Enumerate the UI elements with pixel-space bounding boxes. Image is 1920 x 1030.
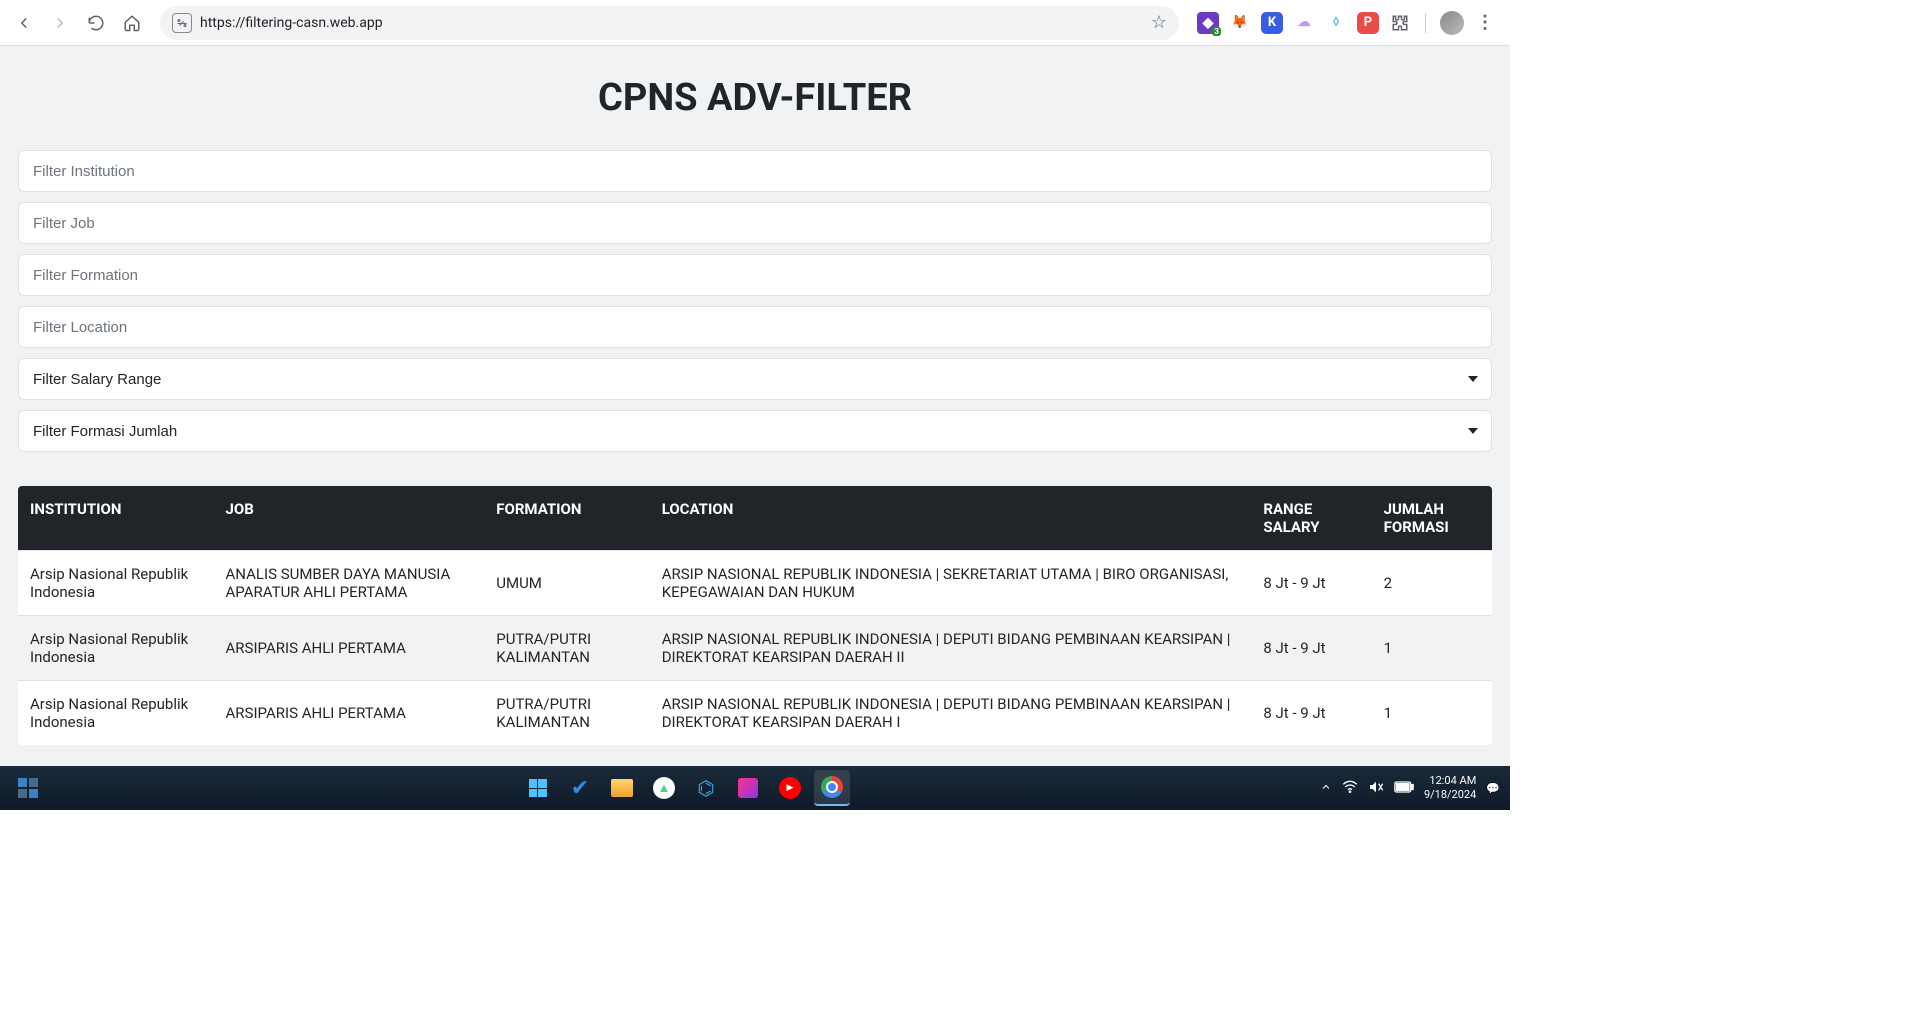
taskbar-app-android[interactable]: ▲ (646, 770, 682, 806)
th-location: LOCATION (650, 486, 1252, 551)
reload-button[interactable] (80, 7, 112, 39)
divider (1425, 13, 1426, 33)
tray-chevron-icon[interactable] (1320, 781, 1332, 796)
taskbar-app-todo[interactable]: ✔ (562, 770, 598, 806)
th-salary: RANGE SALARY (1251, 486, 1371, 551)
results-table: INSTITUTION JOB FORMATION LOCATION RANGE… (18, 486, 1492, 745)
cell-salary: 8 Jt - 9 Jt (1251, 551, 1371, 616)
start-button[interactable] (520, 770, 556, 806)
page-title: CPNS ADV-FILTER (18, 76, 1492, 120)
cell-location: ARSIP NASIONAL REPUBLIK INDONESIA | DEPU… (650, 616, 1252, 681)
metamask-icon[interactable]: 🦊 (1229, 12, 1251, 34)
cell-institution: Arsip Nasional Republik Indonesia (18, 681, 214, 746)
ext-icon-drop[interactable]: ◊ (1325, 12, 1347, 34)
taskbar-app-explorer[interactable] (604, 770, 640, 806)
cell-job: ANALIS SUMBER DAYA MANUSIA APARATUR AHLI… (214, 551, 485, 616)
filter-institution-input[interactable] (18, 150, 1492, 192)
cell-job: ARSIPARIS AHLI PERTAMA (214, 616, 485, 681)
taskbar-app-youtube[interactable]: ▶ (772, 770, 808, 806)
profile-avatar[interactable] (1440, 11, 1464, 35)
taskbar-app-vscode[interactable]: ⌬ (688, 770, 724, 806)
chrome-menu-icon[interactable]: ⋮ (1474, 12, 1496, 34)
tray-battery-icon[interactable] (1394, 781, 1414, 796)
filter-formation-input[interactable] (18, 254, 1492, 296)
page-viewport: CPNS ADV-FILTER Filter Salary Range Filt… (0, 46, 1510, 766)
cell-jumlah: 2 (1372, 551, 1492, 616)
forward-button[interactable] (44, 7, 76, 39)
table-row: Arsip Nasional Republik IndonesiaARSIPAR… (18, 616, 1492, 681)
address-bar[interactable]: https://filtering-casn.web.app ☆ (160, 6, 1179, 40)
ext-icon-k[interactable]: K (1261, 12, 1283, 34)
tray-notifications-icon[interactable]: 💬 (1486, 782, 1500, 795)
cell-formation: PUTRA/PUTRI KALIMANTAN (484, 681, 649, 746)
taskbar-clock[interactable]: 12:04 AM 9/18/2024 (1424, 774, 1476, 803)
cell-jumlah: 1 (1372, 616, 1492, 681)
bookmark-icon[interactable]: ☆ (1151, 12, 1167, 33)
back-button[interactable] (8, 7, 40, 39)
taskbar-app-jetbrains[interactable] (730, 770, 766, 806)
filter-location-input[interactable] (18, 306, 1492, 348)
cell-institution: Arsip Nasional Republik Indonesia (18, 551, 214, 616)
filter-salary-select[interactable]: Filter Salary Range (18, 358, 1492, 400)
cell-formation: PUTRA/PUTRI KALIMANTAN (484, 616, 649, 681)
th-jumlah: JUMLAH FORMASI (1372, 486, 1492, 551)
site-info-icon[interactable] (172, 13, 192, 33)
cell-location: ARSIP NASIONAL REPUBLIK INDONESIA | DEPU… (650, 681, 1252, 746)
ext-icon-1[interactable]: ◆ 3 (1197, 12, 1219, 34)
table-row: Arsip Nasional Republik IndonesiaANALIS … (18, 551, 1492, 616)
home-button[interactable] (116, 7, 148, 39)
table-row: Arsip Nasional Republik IndonesiaARSIPAR… (18, 681, 1492, 746)
ext-icon-p[interactable]: P (1357, 12, 1379, 34)
taskbar-app-chrome[interactable] (814, 770, 850, 806)
tray-wifi-icon[interactable] (1342, 779, 1358, 798)
cell-location: ARSIP NASIONAL REPUBLIK INDONESIA | SEKR… (650, 551, 1252, 616)
th-institution: INSTITUTION (18, 486, 214, 551)
cell-job: ARSIPARIS AHLI PERTAMA (214, 681, 485, 746)
cell-salary: 8 Jt - 9 Jt (1251, 681, 1371, 746)
extensions-area: ◆ 3 🦊 K ☁ ◊ P ⋮ (1191, 11, 1502, 35)
extensions-menu-icon[interactable] (1389, 12, 1411, 34)
url-text: https://filtering-casn.web.app (200, 15, 1143, 31)
filter-job-input[interactable] (18, 202, 1492, 244)
cell-institution: Arsip Nasional Republik Indonesia (18, 616, 214, 681)
windows-taskbar: ✔ ▲ ⌬ ▶ (0, 766, 1510, 810)
tray-volume-icon[interactable] (1368, 779, 1384, 798)
cell-formation: UMUM (484, 551, 649, 616)
ext-icon-cloud[interactable]: ☁ (1293, 12, 1315, 34)
th-formation: FORMATION (484, 486, 649, 551)
browser-toolbar: https://filtering-casn.web.app ☆ ◆ 3 🦊 K… (0, 0, 1510, 46)
table-header-row: INSTITUTION JOB FORMATION LOCATION RANGE… (18, 486, 1492, 551)
cell-jumlah: 1 (1372, 681, 1492, 746)
cell-salary: 8 Jt - 9 Jt (1251, 616, 1371, 681)
widgets-icon[interactable] (10, 770, 46, 806)
th-job: JOB (214, 486, 485, 551)
filter-jumlah-select[interactable]: Filter Formasi Jumlah (18, 410, 1492, 452)
